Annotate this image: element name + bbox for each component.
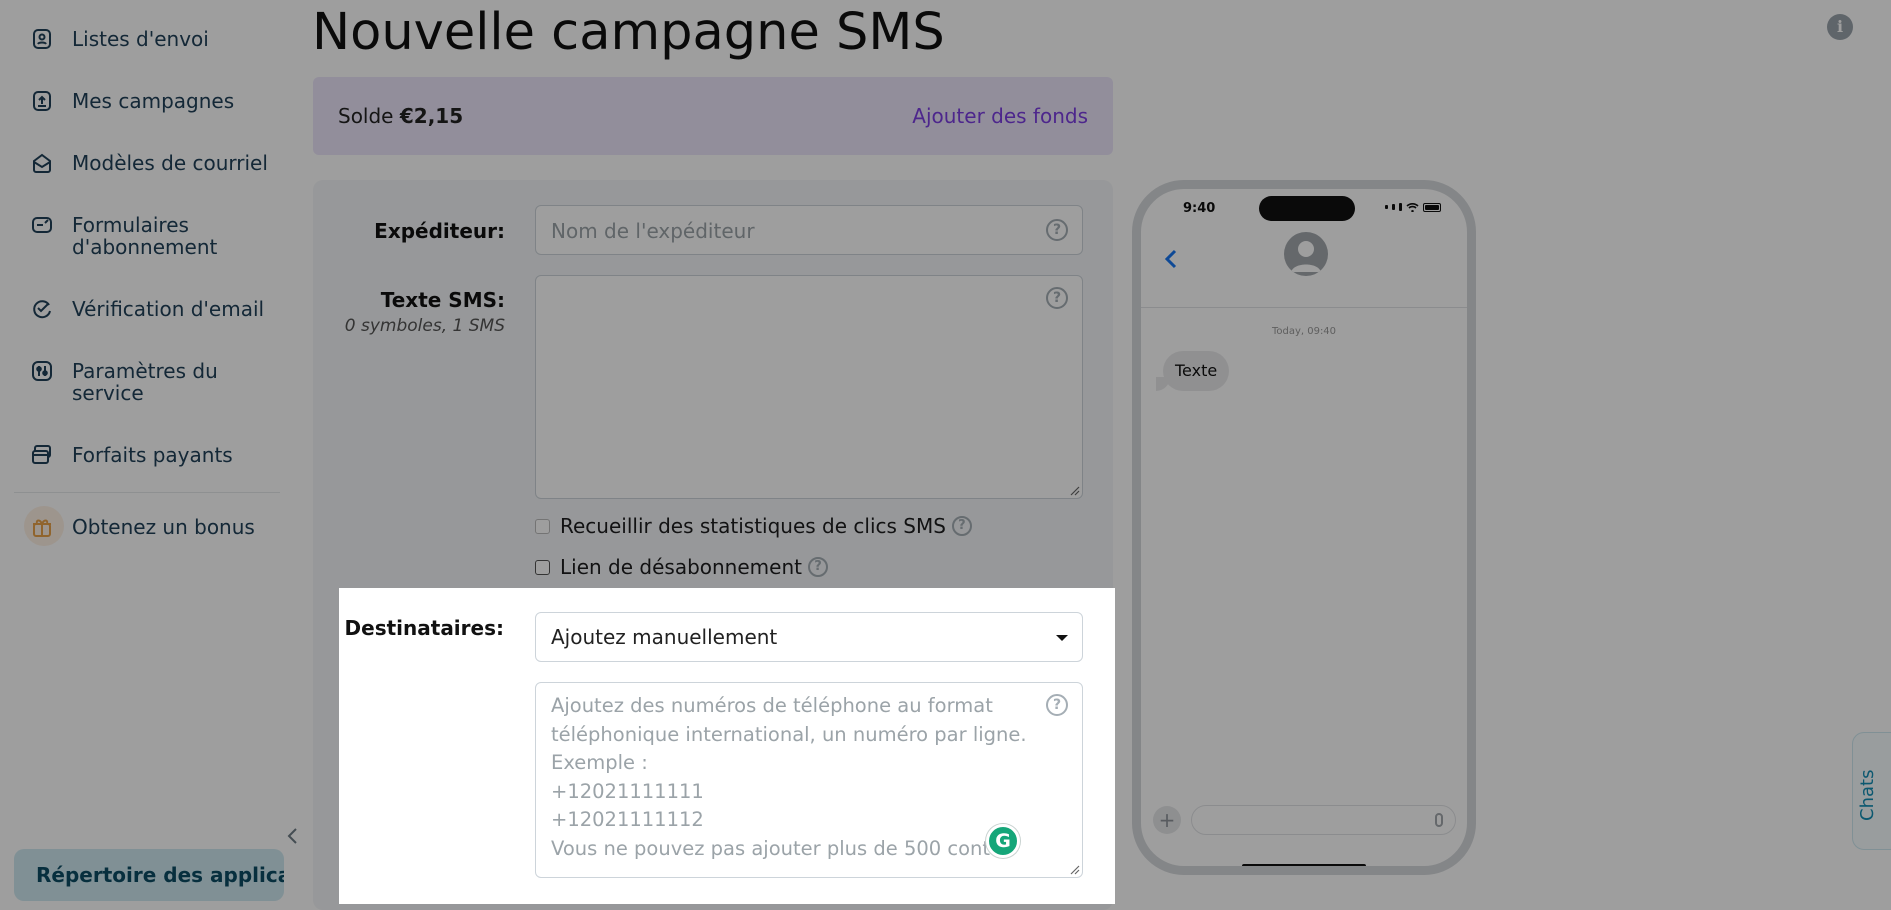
resize-handle-icon[interactable] xyxy=(1068,863,1080,875)
dim-overlay xyxy=(0,588,339,910)
dim-overlay xyxy=(1115,588,1891,910)
recipients-phone-textarea[interactable]: Ajoutez des numéros de téléphone au form… xyxy=(535,682,1083,878)
recipients-label: Destinataires: xyxy=(344,616,504,640)
dim-overlay xyxy=(0,0,1891,588)
caret-down-icon xyxy=(1056,635,1068,641)
recipients-mode-value: Ajoutez manuellement xyxy=(551,625,778,649)
recipients-placeholder: Ajoutez des numéros de téléphone au form… xyxy=(551,694,1027,860)
dim-overlay xyxy=(339,904,1115,910)
recipients-mode-select[interactable]: Ajoutez manuellement xyxy=(535,612,1083,662)
grammarly-icon[interactable]: G xyxy=(986,824,1020,858)
help-icon[interactable]: ? xyxy=(1046,694,1068,716)
